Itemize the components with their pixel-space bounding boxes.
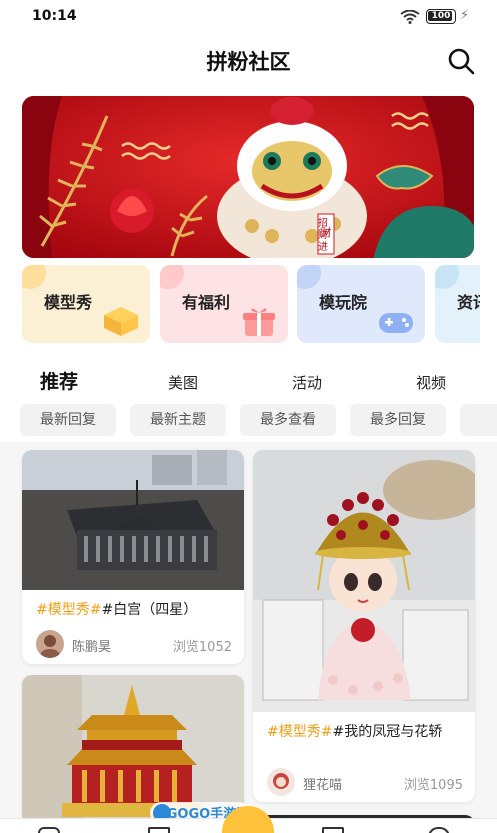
banner-caption: 招财进 (318, 218, 328, 253)
tab-recommend[interactable]: 推荐 (40, 367, 79, 394)
post-author[interactable]: 陈鹏昊 (72, 636, 111, 655)
category-blob (435, 265, 459, 289)
filter-most-viewed[interactable]: 最多查看 (240, 404, 336, 436)
promo-banner[interactable]: 财 招财进 (22, 96, 474, 258)
banner-artwork: 财 (22, 96, 474, 258)
category-label: 资讯 (457, 293, 480, 312)
category-row: 模型秀 有福利 模玩院 资讯 (22, 265, 480, 345)
search-icon[interactable] (446, 46, 476, 76)
filter-more[interactable] (460, 404, 497, 436)
tab-pictures[interactable]: 美图 (168, 372, 198, 393)
discover-icon[interactable] (148, 827, 170, 833)
post-image (253, 450, 475, 712)
status-bar: 10:14 100 ⚡ (0, 0, 497, 34)
category-card-welfare[interactable]: 有福利 (160, 265, 288, 343)
post-author[interactable]: 狸花喵 (303, 774, 342, 793)
post-title-text: #我的凤冠与花轿 (332, 724, 443, 740)
post-title: #模型秀##我的凤冠与花轿 (267, 722, 463, 743)
content-tabs: 推荐 美图 活动 视频 (0, 360, 497, 400)
filter-most-replied[interactable]: 最多回复 (350, 404, 446, 436)
gift-icon (243, 308, 275, 336)
category-label: 有福利 (182, 293, 231, 312)
category-card-model-academy[interactable]: 模玩院 (297, 265, 425, 343)
category-label: 模型秀 (44, 293, 93, 312)
filter-latest-reply[interactable]: 最新回复 (20, 404, 116, 436)
post-topic-tag[interactable]: #模型秀# (267, 724, 332, 740)
post-image (22, 450, 244, 590)
tab-label: 推荐 (40, 371, 79, 393)
wifi-icon (400, 10, 420, 24)
avatar[interactable] (267, 768, 295, 796)
post-card[interactable]: #模型秀##我的凤冠与花轿 狸花喵 浏览1095 (253, 450, 475, 802)
post-views: 浏览1052 (172, 640, 232, 655)
category-blob (22, 265, 46, 289)
profile-icon[interactable] (428, 827, 450, 833)
home-icon[interactable] (38, 827, 60, 833)
sort-filters: 最新回复 最新主题 最多查看 最多回复 (0, 400, 497, 442)
battery-level: 100 (431, 11, 451, 21)
page-title: 拼粉社区 (206, 50, 291, 74)
category-blob (160, 265, 184, 289)
category-card-news[interactable]: 资讯 (435, 265, 480, 343)
category-card-model-show[interactable]: 模型秀 (22, 265, 150, 343)
app-header: 拼粉社区 (0, 34, 497, 90)
message-icon[interactable] (322, 827, 344, 833)
avatar[interactable] (36, 630, 64, 658)
status-time: 10:14 (32, 8, 77, 24)
tab-videos[interactable]: 视频 (416, 372, 446, 393)
battery-icon: 100 (426, 9, 456, 24)
post-topic-tag[interactable]: #模型秀# (36, 602, 101, 618)
post-title: #模型秀##白宫（四星） (36, 600, 197, 621)
post-card[interactable]: #模型秀##白宫（四星） 陈鹏昊 浏览1052 (22, 450, 244, 664)
box-icon (104, 307, 138, 336)
post-views: 浏览1095 (403, 778, 463, 793)
tab-events[interactable]: 活动 (292, 372, 322, 393)
category-label: 模玩院 (319, 293, 368, 312)
category-blob (297, 265, 321, 289)
post-title-text: #白宫（四星） (101, 602, 198, 618)
charging-icon: ⚡ (460, 8, 470, 23)
filter-latest-topic[interactable]: 最新主题 (130, 404, 226, 436)
gamepad-icon (379, 313, 413, 333)
